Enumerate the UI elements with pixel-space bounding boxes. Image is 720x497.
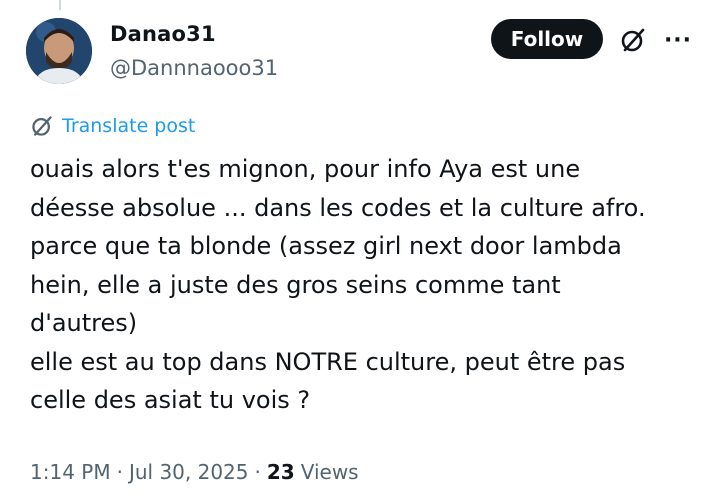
- author-handle[interactable]: @Dannnaooo31: [110, 56, 278, 80]
- translate-post-label: Translate post: [62, 115, 196, 137]
- meta-separator: ·: [116, 460, 123, 484]
- post-date[interactable]: Jul 30, 2025: [129, 460, 249, 484]
- translate-icon: [30, 114, 54, 138]
- grok-icon[interactable]: [617, 24, 649, 56]
- post-meta: 1:14 PM · Jul 30, 2025 · 23 Views: [30, 460, 359, 484]
- post-container: Danao31 @Dannnaooo31 Follow ··· Translat…: [0, 0, 720, 497]
- views-count[interactable]: 23: [267, 460, 295, 484]
- post-text-line: d'autres): [30, 309, 138, 337]
- post-text-line: celle des asiat tu vois ?: [30, 386, 311, 414]
- author-display-name[interactable]: Danao31: [110, 22, 216, 46]
- views-label: Views: [300, 460, 359, 484]
- avatar[interactable]: [26, 18, 92, 84]
- post-text-line: déesse absolue ... dans les codes et la …: [30, 193, 646, 222]
- post-text-line: ouais alors t'es mignon, pour info Aya e…: [30, 155, 581, 183]
- post-text-line: hein, elle a juste des gros seins comme …: [30, 270, 561, 299]
- post-text: ouais alors t'es mignon, pour info Aya e…: [30, 150, 710, 420]
- thread-connector-line: [59, 0, 61, 10]
- post-text-line: parce que ta blonde (assez girl next doo…: [30, 232, 622, 260]
- post-time[interactable]: 1:14 PM: [30, 460, 111, 484]
- post-text-line: elle est au top dans NOTRE culture, peut…: [30, 347, 626, 376]
- meta-separator: ·: [254, 460, 261, 484]
- more-icon[interactable]: ···: [660, 26, 696, 54]
- translate-post-link[interactable]: Translate post: [30, 114, 195, 138]
- avatar-image: [26, 18, 92, 84]
- follow-button[interactable]: Follow: [491, 19, 603, 59]
